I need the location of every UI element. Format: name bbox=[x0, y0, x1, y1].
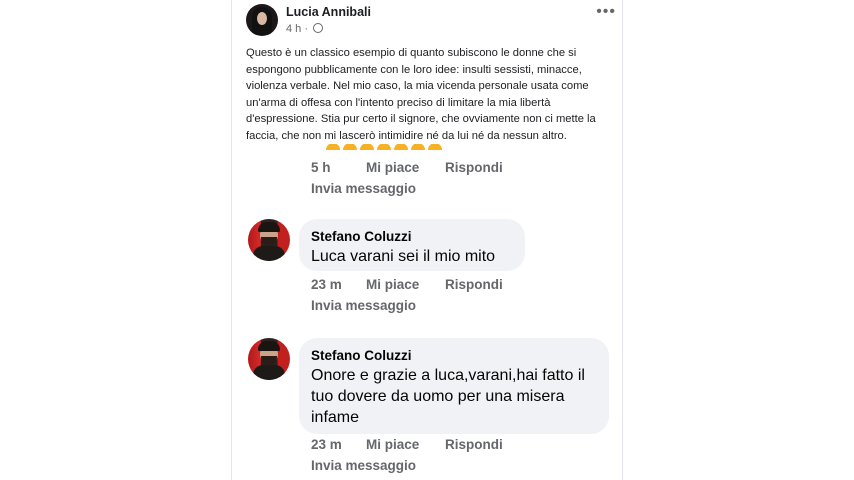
comment-bubble: Stefano Coluzzi Onore e grazie a luca,va… bbox=[299, 338, 609, 434]
author-avatar[interactable] bbox=[246, 4, 278, 36]
comment-author[interactable]: Stefano Coluzzi bbox=[311, 348, 412, 363]
right-divider bbox=[622, 0, 623, 480]
post-author-name[interactable]: Lucia Annibali bbox=[286, 5, 371, 19]
like-link[interactable]: Mi piace bbox=[366, 160, 419, 175]
like-link[interactable]: Mi piace bbox=[366, 437, 419, 452]
post-card: Lucia Annibali 4 h · ••• Questo è un cla… bbox=[232, 0, 622, 480]
post-timestamp[interactable]: 4 h · bbox=[286, 23, 324, 35]
reaction-emoji-strip bbox=[326, 144, 466, 150]
like-link[interactable]: Mi piace bbox=[366, 277, 419, 292]
send-message-link[interactable]: Invia messaggio bbox=[311, 458, 416, 473]
post-text: Questo è un classico esempio di quanto s… bbox=[246, 47, 596, 142]
comment-text: Luca varani sei il mio mito bbox=[311, 248, 496, 265]
more-options-icon[interactable]: ••• bbox=[596, 4, 616, 20]
post-time-text[interactable]: 4 h · bbox=[286, 23, 311, 35]
comment-time[interactable]: 23 m bbox=[311, 277, 342, 292]
post-header: Lucia Annibali 4 h · ••• bbox=[246, 4, 616, 40]
comment-text: Onore e grazie a luca,varani,hai fatto i… bbox=[311, 367, 585, 426]
comment-bubble: Stefano Coluzzi Luca varani sei il mio m… bbox=[299, 219, 525, 271]
reply-link[interactable]: Rispondi bbox=[445, 277, 503, 292]
send-message-link[interactable]: Invia messaggio bbox=[311, 298, 416, 313]
globe-icon bbox=[313, 23, 324, 33]
send-message-link[interactable]: Invia messaggio bbox=[311, 181, 416, 196]
comment-author[interactable]: Stefano Coluzzi bbox=[311, 229, 412, 244]
reply-link[interactable]: Rispondi bbox=[445, 160, 503, 175]
commenter-avatar[interactable] bbox=[248, 338, 290, 380]
comment-time[interactable]: 23 m bbox=[311, 437, 342, 452]
comment-time[interactable]: 5 h bbox=[311, 160, 331, 175]
commenter-avatar[interactable] bbox=[248, 219, 290, 261]
reply-link[interactable]: Rispondi bbox=[445, 437, 503, 452]
